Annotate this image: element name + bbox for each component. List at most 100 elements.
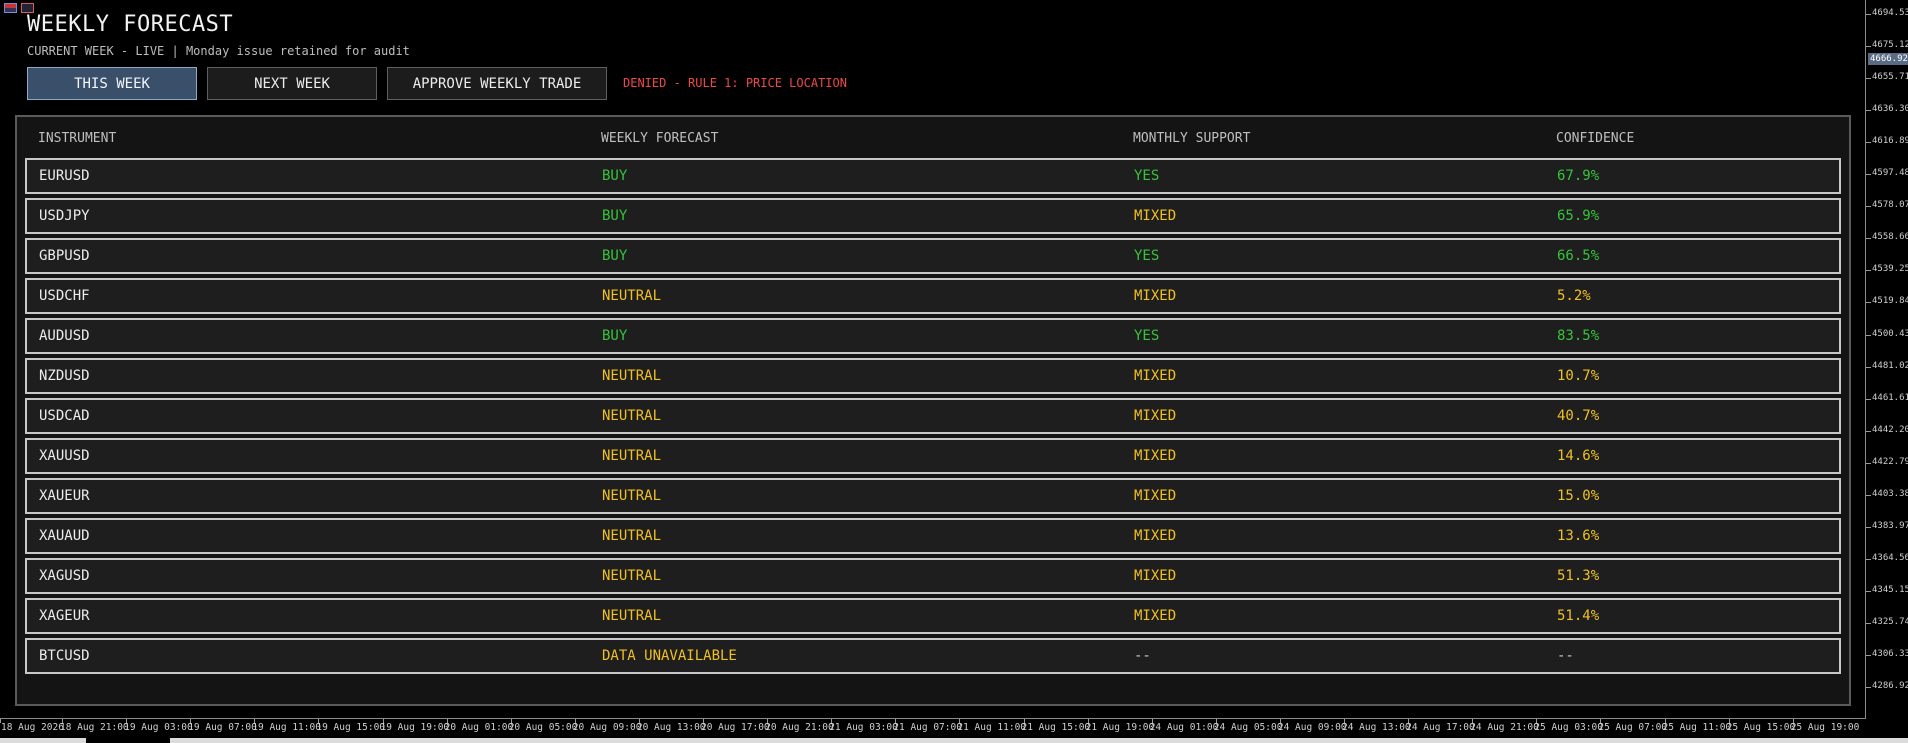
cell-instrument: EURUSD (39, 168, 90, 184)
cell-instrument: XAUAUD (39, 528, 90, 544)
time-label: 24 Aug 13:00 (1342, 722, 1411, 733)
cell-weekly-forecast: DATA UNAVAILABLE (602, 648, 737, 664)
cell-instrument: XAUEUR (39, 488, 90, 504)
cell-weekly-forecast: NEUTRAL (602, 288, 662, 304)
next-week-button[interactable]: NEXT WEEK (207, 67, 377, 100)
cell-monthly-support: MIXED (1134, 448, 1177, 464)
price-tick (1866, 142, 1871, 144)
time-label: 19 Aug 15:00 (316, 722, 386, 733)
price-tick (1866, 526, 1871, 528)
price-tick (1866, 687, 1871, 689)
time-label: 24 Aug 21:00 (1470, 722, 1539, 733)
cell-instrument: USDJPY (39, 208, 90, 224)
price-tick (1866, 174, 1871, 176)
time-label: 20 Aug 01:00 (444, 722, 514, 733)
cell-instrument: USDCHF (39, 288, 90, 304)
cell-instrument: GBPUSD (39, 248, 90, 264)
cell-confidence: 83.5% (1557, 328, 1600, 344)
panel-subtitle: CURRENT WEEK - LIVE | Monday issue retai… (27, 44, 410, 58)
price-label: 4597.48 (1872, 168, 1908, 179)
price-axis[interactable]: 4694.53 4675.12 4655.71 4636.30 4616.89 4597.… (1866, 0, 1908, 719)
price-label: 4500.43 (1872, 328, 1908, 339)
cell-monthly-support: MIXED (1134, 408, 1177, 424)
price-tick (1866, 110, 1871, 112)
cell-confidence: 51.4% (1557, 608, 1600, 624)
header-confidence: CONFIDENCE (1556, 131, 1635, 146)
price-label: 4403.38 (1872, 488, 1908, 499)
chart-tab[interactable] (170, 738, 1908, 743)
price-label: 4558.66 (1872, 232, 1908, 243)
table-row[interactable]: USDJPY BUY MIXED 65.9% (25, 198, 1841, 234)
time-label: 21 Aug 19:00 (1085, 722, 1155, 733)
cell-confidence: 51.3% (1557, 568, 1600, 584)
cell-monthly-support: MIXED (1134, 288, 1177, 304)
cell-monthly-support: YES (1134, 168, 1160, 184)
price-label: 4616.89 (1872, 136, 1908, 147)
time-label: 20 Aug 05:00 (508, 722, 578, 733)
header-monthly-support: MONTHLY SUPPORT (1133, 131, 1251, 146)
cell-weekly-forecast: NEUTRAL (602, 368, 662, 384)
chart-tabs (0, 738, 1908, 743)
cell-instrument: AUDUSD (39, 328, 90, 344)
time-label: 21 Aug 03:00 (829, 722, 898, 733)
time-label: 25 Aug 03:00 (1534, 722, 1603, 733)
time-label: 24 Aug 05:00 (1213, 722, 1283, 733)
chart-tab[interactable] (0, 738, 86, 743)
table-row[interactable]: XAUAUD NEUTRAL MIXED 13.6% (25, 518, 1841, 554)
price-label: 4578.07 (1872, 200, 1908, 211)
price-tick (1866, 14, 1871, 15)
cell-weekly-forecast: NEUTRAL (602, 528, 662, 544)
table-row[interactable]: XAUEUR NEUTRAL MIXED 15.0% (25, 478, 1841, 514)
time-label: 24 Aug 17:00 (1406, 722, 1475, 733)
table-header: INSTRUMENT WEEKLY FORECAST MONTHLY SUPPO… (24, 131, 1841, 157)
table-row[interactable]: EURUSD BUY YES 67.9% (25, 158, 1841, 194)
table-row[interactable]: BTCUSD DATA UNAVAILABLE -- -- (25, 638, 1841, 674)
price-tick (1866, 238, 1871, 240)
table-row[interactable]: USDCHF NEUTRAL MIXED 5.2% (25, 278, 1841, 314)
cell-monthly-support: MIXED (1134, 368, 1177, 384)
weekly-forecast-panel: WEEKLY FORECAST CURRENT WEEK - LIVE | Mo… (0, 0, 1866, 719)
current-price-label: 4666.92 (1868, 53, 1908, 65)
price-tick (1866, 430, 1871, 432)
time-label: 21 Aug 07:00 (893, 722, 962, 733)
time-label: 24 Aug 09:00 (1277, 722, 1347, 733)
table-row[interactable]: NZDUSD NEUTRAL MIXED 10.7% (25, 358, 1841, 394)
time-label: 19 Aug 11:00 (252, 722, 321, 733)
table-row[interactable]: GBPUSD BUY YES 66.5% (25, 238, 1841, 274)
cell-confidence: 14.6% (1557, 448, 1600, 464)
table-row[interactable]: AUDUSD BUY YES 83.5% (25, 318, 1841, 354)
price-tick (1866, 398, 1871, 400)
table-row[interactable]: XAGEUR NEUTRAL MIXED 51.4% (25, 598, 1841, 634)
price-label: 4655.71 (1872, 72, 1908, 83)
cell-weekly-forecast: BUY (602, 328, 628, 344)
table-row[interactable]: XAGUSD NEUTRAL MIXED 51.3% (25, 558, 1841, 594)
price-label: 4519.84 (1872, 296, 1908, 307)
price-label: 4383.97 (1872, 520, 1908, 531)
table-row[interactable]: USDCAD NEUTRAL MIXED 40.7% (25, 398, 1841, 434)
price-label: 4345.15 (1872, 584, 1908, 595)
price-tick (1866, 558, 1871, 560)
price-label: 4694.53 (1872, 8, 1908, 18)
header-weekly-forecast: WEEKLY FORECAST (601, 131, 719, 146)
price-label: 4364.56 (1872, 552, 1908, 563)
approve-weekly-trade-button[interactable]: APPROVE WEEKLY TRADE (387, 67, 607, 100)
cell-confidence: 66.5% (1557, 248, 1600, 264)
price-tick (1866, 590, 1871, 592)
cell-confidence: 67.9% (1557, 168, 1600, 184)
cell-monthly-support: MIXED (1134, 528, 1177, 544)
time-label: 25 Aug 15:00 (1726, 722, 1796, 733)
price-label: 4636.30 (1872, 104, 1908, 115)
price-tick (1866, 78, 1871, 80)
cell-monthly-support: YES (1134, 248, 1160, 264)
price-label: 4442.20 (1872, 424, 1908, 435)
cell-monthly-support: YES (1134, 328, 1160, 344)
price-label: 4325.74 (1872, 616, 1908, 627)
price-label: 4539.25 (1872, 264, 1908, 275)
time-label: 20 Aug 21:00 (765, 722, 834, 733)
cell-weekly-forecast: BUY (602, 208, 628, 224)
this-week-button[interactable]: THIS WEEK (27, 67, 197, 100)
table-row[interactable]: XAUUSD NEUTRAL MIXED 14.6% (25, 438, 1841, 474)
cell-confidence: 15.0% (1557, 488, 1600, 504)
cell-monthly-support: MIXED (1134, 488, 1177, 504)
cell-confidence: -- (1557, 648, 1574, 664)
